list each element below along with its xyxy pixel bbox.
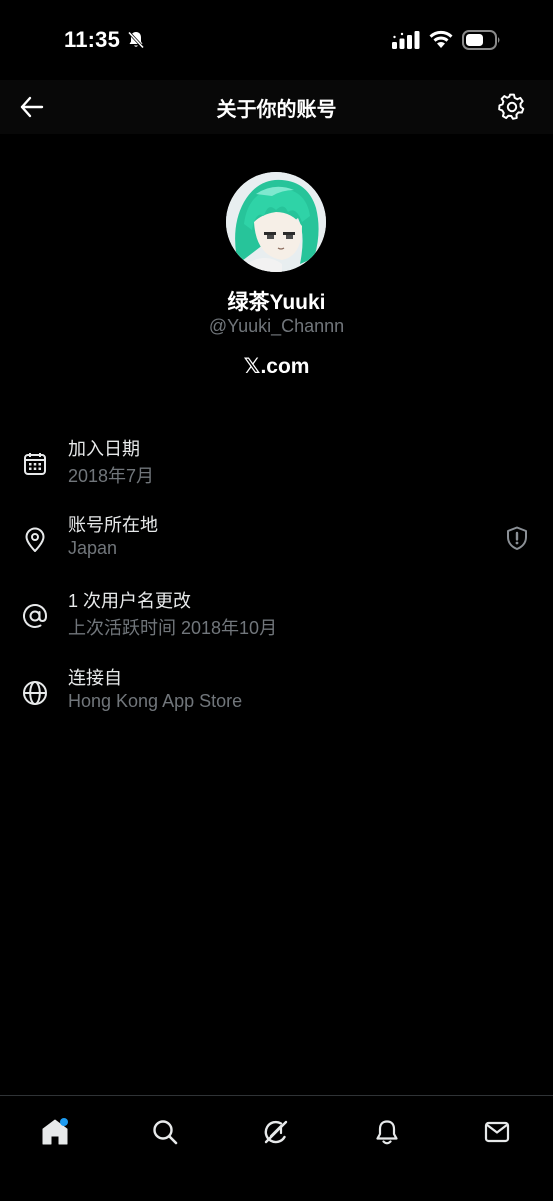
info-subtitle: 上次活跃时间 2018年10月 bbox=[68, 618, 278, 638]
search-icon bbox=[153, 1120, 178, 1145]
notifications-icon bbox=[376, 1120, 398, 1145]
info-subtitle: Japan bbox=[68, 538, 118, 558]
battery-icon bbox=[462, 30, 500, 50]
nav-grok[interactable] bbox=[254, 1110, 298, 1154]
location-info-button[interactable] bbox=[503, 524, 531, 552]
info-title: 1 次用户名更改 bbox=[68, 591, 192, 611]
nav-messages[interactable] bbox=[475, 1110, 519, 1154]
calendar-icon bbox=[24, 453, 46, 475]
info-item-account-location: 账号所在地 Japan bbox=[0, 511, 553, 573]
nav-search[interactable] bbox=[143, 1110, 187, 1154]
info-subtitle: Hong Kong App Store bbox=[68, 691, 243, 711]
globe-icon bbox=[23, 681, 47, 705]
bottom-nav bbox=[0, 1095, 553, 1201]
nav-notifications[interactable] bbox=[365, 1110, 409, 1154]
shield-alert-icon bbox=[507, 526, 527, 550]
avatar-image bbox=[226, 172, 326, 272]
grok-icon bbox=[264, 1120, 288, 1144]
settings-button[interactable] bbox=[494, 89, 530, 125]
signal-icon bbox=[392, 31, 420, 49]
wifi-icon bbox=[429, 30, 453, 48]
info-title: 账号所在地 bbox=[68, 515, 158, 535]
location-pin-icon bbox=[25, 527, 45, 552]
display-name: 绿茶Yuuki bbox=[227, 291, 326, 314]
page-title: 关于你的账号 bbox=[216, 99, 337, 121]
top-bar: 关于你的账号 bbox=[0, 80, 553, 134]
at-sign-icon bbox=[23, 604, 48, 628]
info-item-connected-via: 连接自 Hong Kong App Store bbox=[0, 664, 553, 726]
notification-dot bbox=[60, 1118, 68, 1126]
bell-muted-icon bbox=[127, 31, 145, 49]
messages-icon bbox=[484, 1121, 510, 1143]
info-item-join-date: 加入日期 2018年7月 bbox=[0, 435, 553, 497]
info-title: 连接自 bbox=[68, 668, 122, 688]
avatar[interactable] bbox=[226, 172, 326, 272]
info-title: 加入日期 bbox=[68, 439, 140, 459]
status-bar: 11:35 bbox=[0, 0, 553, 80]
info-subtitle: 2018年7月 bbox=[68, 466, 155, 486]
site-label: 𝕏.com bbox=[243, 355, 310, 378]
nav-home[interactable] bbox=[33, 1110, 77, 1154]
status-time: 11:35 bbox=[64, 27, 121, 52]
gear-icon bbox=[498, 93, 525, 120]
info-item-username-changes: 1 次用户名更改 上次活跃时间 2018年10月 bbox=[0, 587, 553, 649]
user-handle: @Yuuki_Channn bbox=[208, 316, 345, 336]
